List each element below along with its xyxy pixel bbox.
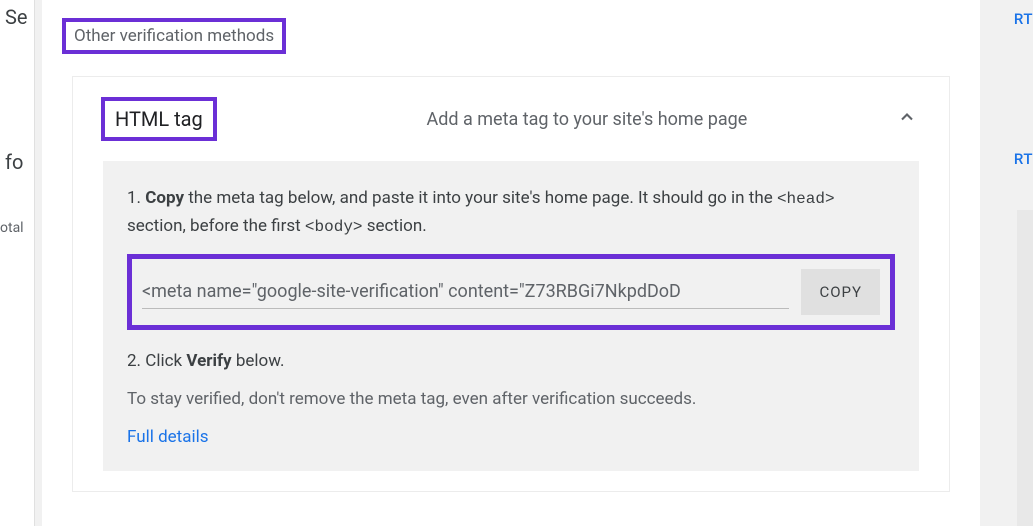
step1-suffix: section.	[363, 216, 427, 236]
bg-right-btn-1: RT	[1014, 10, 1033, 28]
step1-mid: the meta tag below, and paste it into yo…	[184, 188, 777, 208]
meta-tag-field[interactable]	[142, 275, 789, 308]
section-title: Other verification methods	[62, 18, 286, 54]
step-2: 2. Click Verify below.	[127, 348, 895, 375]
bg-right-btn-2: RT	[1014, 150, 1033, 168]
copy-button[interactable]: COPY	[801, 269, 880, 315]
accordion-header[interactable]: HTML tag Add a meta tag to your site's h…	[73, 77, 949, 161]
background-left-panel: Se fo otal	[0, 0, 35, 526]
step1-bold: Copy	[145, 188, 184, 208]
step1-code2: <body>	[305, 218, 363, 236]
step1-code1: <head>	[777, 190, 835, 208]
verification-modal: Other verification methods HTML tag Add …	[42, 0, 980, 526]
full-details-link[interactable]: Full details	[127, 427, 895, 447]
bg-label-small: otal	[0, 220, 24, 236]
meta-tag-row: COPY	[142, 269, 880, 315]
scrollbar[interactable]	[1017, 210, 1033, 526]
section-header: Other verification methods	[42, 0, 980, 66]
step2-bold: Verify	[186, 351, 231, 371]
step2-prefix: 2. Click	[127, 351, 186, 371]
method-title-wrap: HTML tag	[101, 97, 217, 141]
method-title: HTML tag	[101, 97, 217, 141]
bg-label-mid: fo	[5, 150, 23, 174]
bg-label-top: Se	[5, 5, 27, 29]
method-description: Add a meta tag to your site's home page	[237, 109, 877, 130]
step1-prefix: 1.	[127, 188, 145, 208]
step-1: 1. Copy the meta tag below, and paste it…	[127, 185, 895, 240]
verification-method-html-tag: HTML tag Add a meta tag to your site's h…	[72, 76, 950, 492]
step1-mid2: section, before the first	[127, 216, 305, 236]
step2-suffix: below.	[232, 351, 285, 371]
verification-note: To stay verified, don't remove the meta …	[127, 389, 895, 409]
accordion-body: 1. Copy the meta tag below, and paste it…	[103, 161, 919, 471]
meta-tag-highlight: COPY	[127, 254, 895, 330]
chevron-up-icon	[897, 107, 921, 132]
background-right-panel: RT RT	[1003, 0, 1033, 526]
meta-tag-field-wrap	[142, 275, 789, 309]
